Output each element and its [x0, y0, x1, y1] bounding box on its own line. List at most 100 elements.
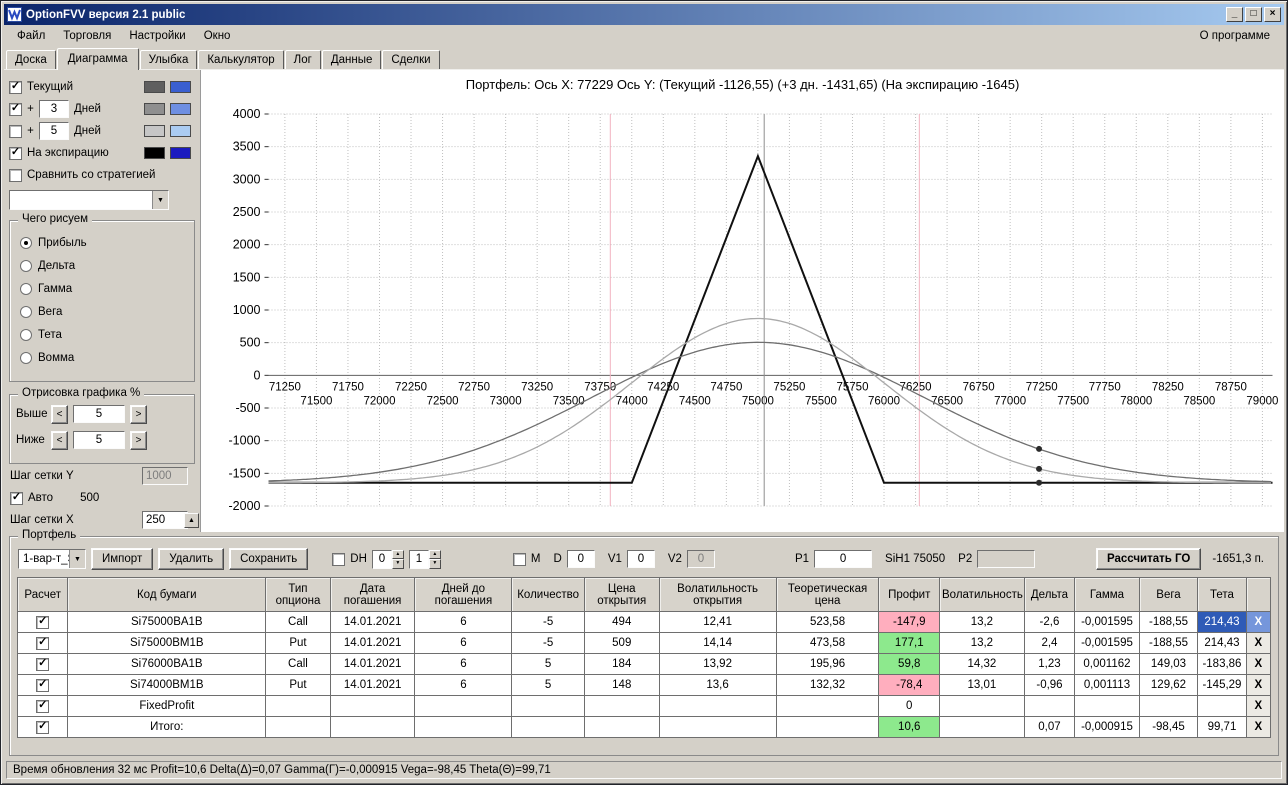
cell-profit[interactable]: 59,8	[878, 653, 941, 675]
p1-input[interactable]	[814, 550, 873, 568]
cell-open_price[interactable]: 148	[583, 674, 660, 696]
import-button[interactable]: Импорт	[91, 548, 154, 570]
row-delete-button[interactable]: X	[1245, 611, 1272, 633]
menu-file[interactable]: Файл	[8, 27, 54, 45]
auto-grid-checkbox[interactable]	[10, 491, 23, 505]
cell-profit[interactable]: -147,9	[878, 611, 941, 633]
dh-spinner-2-input[interactable]	[408, 549, 429, 569]
plus5-days-input[interactable]	[39, 122, 69, 140]
cell-type[interactable]	[265, 716, 331, 738]
cell-profit[interactable]: -78,4	[878, 674, 941, 696]
row-calc-cell[interactable]	[16, 716, 69, 738]
cell-code[interactable]: Si74000BM1B	[67, 674, 267, 696]
row-calc-checkbox[interactable]	[36, 616, 50, 629]
title-bar[interactable]: OptionFVV версия 2.1 public _ □ ×	[4, 4, 1284, 25]
v1-input[interactable]	[626, 550, 655, 568]
cell-vega[interactable]: 129,62	[1138, 674, 1199, 696]
cell-vega[interactable]: 149,03	[1138, 653, 1199, 675]
cell-open_vol[interactable]	[658, 695, 777, 717]
cell-open_vol[interactable]: 12,41	[658, 611, 777, 633]
cell-delta[interactable]: -0,96	[1023, 674, 1076, 696]
row-calc-checkbox[interactable]	[36, 679, 50, 692]
cell-profit[interactable]: 177,1	[878, 632, 941, 654]
minimize-button[interactable]: _	[1226, 7, 1243, 22]
cell-qty[interactable]: 5	[511, 653, 585, 675]
cell-delta[interactable]: 1,23	[1023, 653, 1076, 675]
plus5-color1-swatch[interactable]	[144, 125, 165, 137]
cell-code[interactable]: Si76000BA1B	[67, 653, 267, 675]
cell-open_vol[interactable]: 13,92	[658, 653, 777, 675]
row-delete-button[interactable]: X	[1245, 695, 1272, 717]
cell-open_price[interactable]	[583, 695, 660, 717]
tab-board[interactable]: Доска	[6, 50, 56, 69]
row-calc-checkbox[interactable]	[36, 637, 50, 650]
expiration-series-checkbox[interactable]	[9, 146, 22, 160]
below-decrement-button[interactable]: <	[51, 430, 68, 450]
cell-gamma[interactable]: 0,001162	[1074, 653, 1140, 675]
cell-theo[interactable]: 195,96	[775, 653, 880, 675]
cell-expiry[interactable]: 14.01.2021	[329, 674, 416, 696]
cell-open_price[interactable]: 494	[583, 611, 660, 633]
cell-delta[interactable]: -2,6	[1023, 611, 1076, 633]
tab-diagram[interactable]: Диаграмма	[56, 48, 139, 70]
cell-theta[interactable]	[1197, 695, 1247, 717]
cell-theo[interactable]: 523,58	[775, 611, 880, 633]
cell-theta[interactable]: -145,29	[1197, 674, 1247, 696]
expiration-color2-swatch[interactable]	[170, 147, 191, 159]
row-calc-checkbox[interactable]	[36, 658, 50, 671]
cell-theta[interactable]: 214,43	[1197, 632, 1247, 654]
cell-type[interactable]: Put	[265, 632, 331, 654]
plus5-series-checkbox[interactable]	[9, 124, 22, 138]
below-percent-input[interactable]	[73, 431, 125, 449]
row-calc-cell[interactable]	[16, 674, 69, 696]
radio-theta[interactable]	[20, 328, 32, 341]
cell-theo[interactable]: 473,58	[775, 632, 880, 654]
cell-days[interactable]: 6	[414, 653, 513, 675]
cell-gamma[interactable]: -0,000915	[1074, 716, 1140, 738]
menu-window[interactable]: Окно	[195, 27, 240, 45]
panel-scroll-up-button[interactable]: ▲	[184, 513, 199, 528]
cell-theo[interactable]	[775, 716, 880, 738]
plus3-series-checkbox[interactable]	[9, 102, 22, 116]
row-calc-checkbox[interactable]	[36, 700, 50, 713]
above-increment-button[interactable]: >	[130, 404, 147, 424]
cell-vega[interactable]: -188,55	[1138, 632, 1199, 654]
row-calc-checkbox[interactable]	[36, 721, 50, 734]
above-decrement-button[interactable]: <	[51, 404, 68, 424]
cell-gamma[interactable]: -0,001595	[1074, 632, 1140, 654]
cell-vol[interactable]	[939, 695, 1025, 717]
cell-vol[interactable]: 14,32	[939, 653, 1025, 675]
app-icon[interactable]	[7, 7, 22, 22]
plus5-color2-swatch[interactable]	[170, 125, 191, 137]
cell-expiry[interactable]: 14.01.2021	[329, 653, 416, 675]
radio-vega[interactable]	[20, 305, 32, 318]
spin-up-icon[interactable]: ▲	[391, 549, 404, 559]
cell-code[interactable]: FixedProfit	[67, 695, 267, 717]
cell-code[interactable]: Si75000BM1B	[67, 632, 267, 654]
d-input[interactable]	[566, 550, 595, 568]
variant-select[interactable]: 1-вар-т_SI ▼	[18, 549, 86, 569]
row-delete-button[interactable]: X	[1245, 653, 1272, 675]
cell-qty[interactable]	[511, 695, 585, 717]
plus3-color1-swatch[interactable]	[144, 103, 165, 115]
row-delete-button[interactable]: X	[1245, 674, 1272, 696]
cell-gamma[interactable]: -0,001595	[1074, 611, 1140, 633]
cell-vol[interactable]: 13,01	[939, 674, 1025, 696]
cell-theo[interactable]: 132,32	[775, 674, 880, 696]
cell-code[interactable]: Итого:	[67, 716, 267, 738]
cell-open_vol[interactable]	[658, 716, 777, 738]
tab-log[interactable]: Лог	[284, 50, 321, 69]
close-button[interactable]: ×	[1264, 7, 1281, 22]
cell-vega[interactable]: -188,55	[1138, 611, 1199, 633]
cell-type[interactable]	[265, 695, 331, 717]
save-button[interactable]: Сохранить	[229, 548, 309, 570]
cell-delta[interactable]: 2,4	[1023, 632, 1076, 654]
spin-down-icon[interactable]: ▼	[428, 559, 441, 569]
current-color1-swatch[interactable]	[144, 81, 165, 93]
cell-vol[interactable]	[939, 716, 1025, 738]
grid-x-input[interactable]	[142, 511, 188, 529]
radio-gamma[interactable]	[20, 282, 32, 295]
radio-profit[interactable]	[20, 236, 32, 249]
current-series-checkbox[interactable]	[9, 80, 22, 94]
cell-vega[interactable]	[1138, 695, 1199, 717]
